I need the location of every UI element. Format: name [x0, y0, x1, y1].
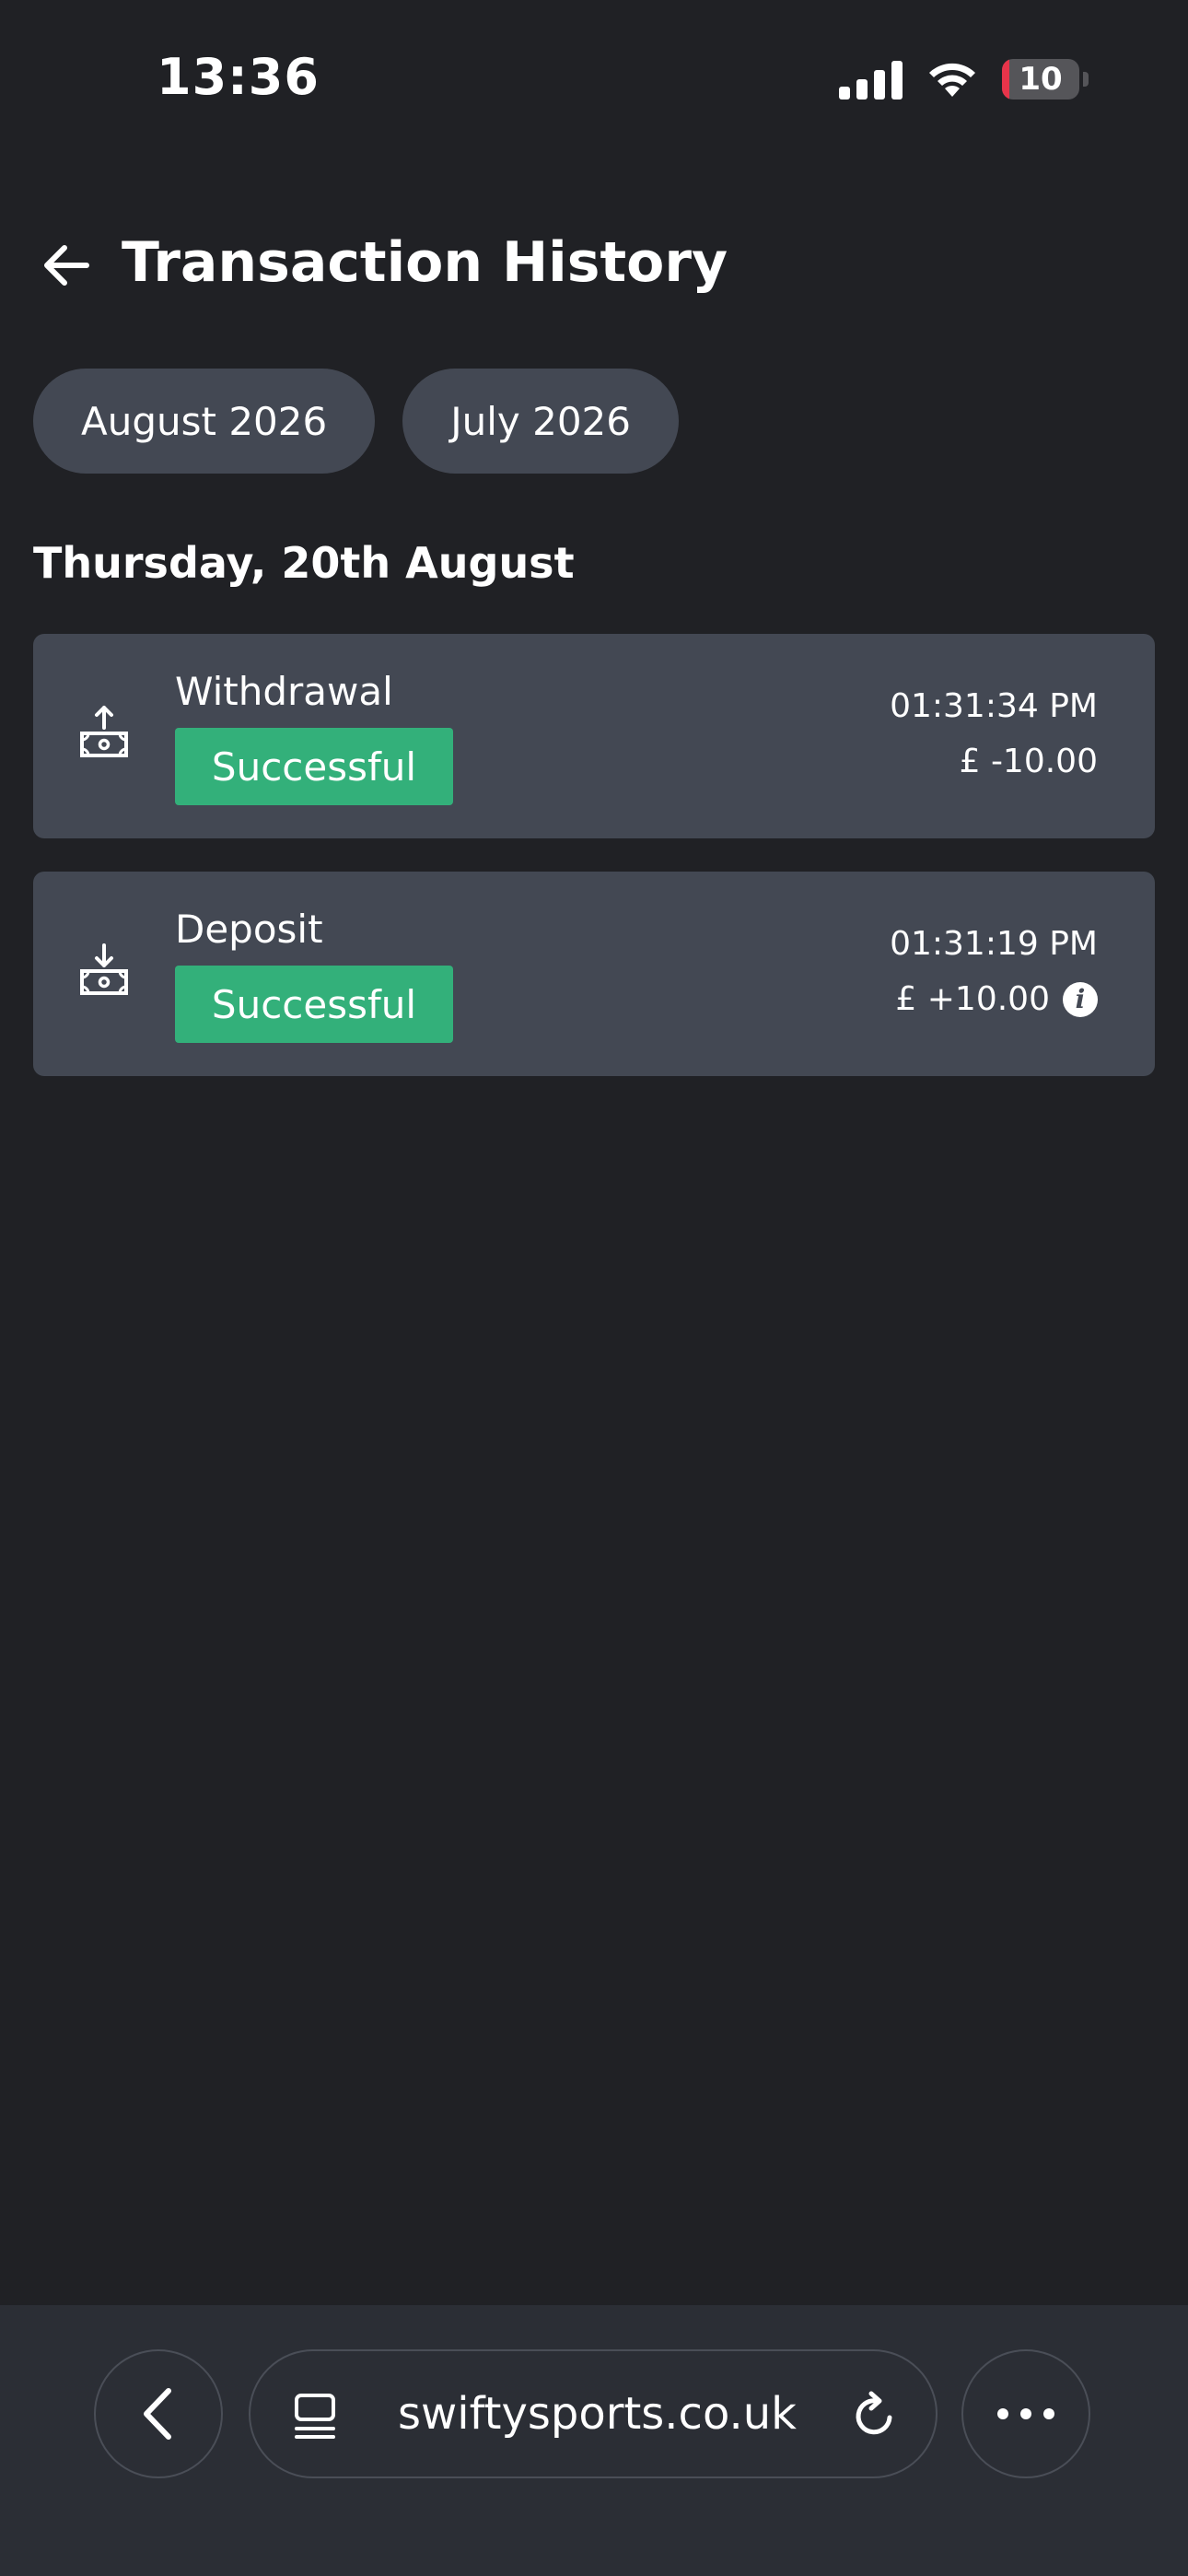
transaction-amount-row: £ +10.00 i [895, 980, 1098, 1018]
chevron-left-icon [144, 2388, 171, 2440]
day-heading: Thursday, 20th August [33, 538, 575, 588]
browser-toolbar: swiftysports.co.uk [0, 2305, 1188, 2576]
tabs-icon[interactable] [291, 2390, 339, 2441]
transaction-amount: £ +10.00 [895, 980, 1050, 1018]
more-dots-icon [997, 2408, 1054, 2419]
page-title: Transaction History [122, 230, 728, 295]
cellular-signal-icon [839, 59, 903, 100]
browser-back-button[interactable] [94, 2349, 223, 2478]
status-badge: Successful [175, 966, 453, 1043]
transaction-type: Deposit [175, 907, 323, 952]
transaction-time: 01:31:34 PM [890, 687, 1098, 725]
more-options-button[interactable] [961, 2349, 1090, 2478]
battery-icon: 10 [1002, 59, 1079, 100]
month-chip-july-2026[interactable]: July 2026 [402, 369, 679, 474]
cash-deposit-icon [80, 943, 128, 995]
transaction-card-withdrawal[interactable]: Withdrawal Successful 01:31:34 PM £ -10.… [33, 634, 1155, 838]
status-badge: Successful [175, 728, 453, 805]
reload-icon[interactable] [849, 2390, 901, 2441]
transaction-card-deposit[interactable]: Deposit Successful 01:31:19 PM £ +10.00 … [33, 872, 1155, 1076]
wifi-icon [929, 63, 975, 97]
url-text: swiftysports.co.uk [398, 2388, 797, 2440]
transaction-amount-row: £ -10.00 [960, 743, 1098, 780]
transaction-type: Withdrawal [175, 669, 393, 714]
cash-withdraw-icon [80, 706, 128, 757]
status-time: 13:36 [157, 48, 320, 106]
address-bar[interactable]: swiftysports.co.uk [249, 2349, 938, 2478]
status-icons: 10 [839, 55, 1089, 103]
info-icon[interactable]: i [1063, 981, 1098, 1017]
battery-percentage: 10 [1019, 61, 1063, 98]
transaction-time: 01:31:19 PM [890, 925, 1098, 963]
month-chip-august-2026[interactable]: August 2026 [33, 369, 376, 474]
transaction-amount: £ -10.00 [959, 743, 1098, 780]
month-filter: August 2026 July 2026 [33, 369, 679, 474]
back-arrow-icon[interactable] [39, 238, 94, 293]
